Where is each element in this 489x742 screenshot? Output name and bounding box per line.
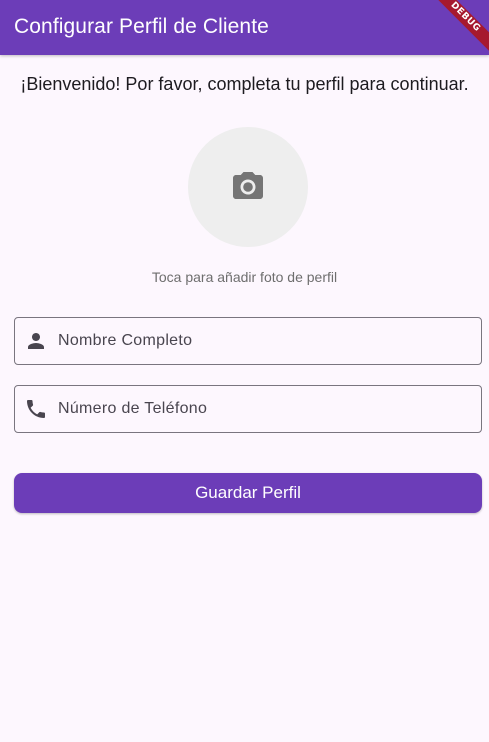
save-profile-button[interactable]: Guardar Perfil (14, 473, 482, 513)
person-icon (28, 333, 44, 349)
profile-photo-hint: Toca para añadir foto de perfil (151, 269, 338, 285)
phone-icon (27, 400, 45, 418)
welcome-message: ¡Bienvenido! Por favor, completa tu perf… (20, 74, 469, 94)
profile-photo-picker[interactable] (188, 127, 308, 247)
camera-icon (233, 172, 263, 199)
phone-number-label: Número de Teléfono (58, 400, 208, 417)
full-name-field[interactable]: Nombre Completo (14, 317, 482, 365)
debug-banner-label: DEBUG (429, 0, 489, 58)
app-bar: Configurar Perfil de Cliente DEBUG (0, 0, 489, 58)
app-bar-title: Configurar Perfil de Cliente (14, 15, 269, 38)
debug-banner: DEBUG (429, 0, 489, 60)
phone-number-field[interactable]: Número de Teléfono (14, 385, 482, 433)
full-name-label: Nombre Completo (58, 332, 193, 349)
